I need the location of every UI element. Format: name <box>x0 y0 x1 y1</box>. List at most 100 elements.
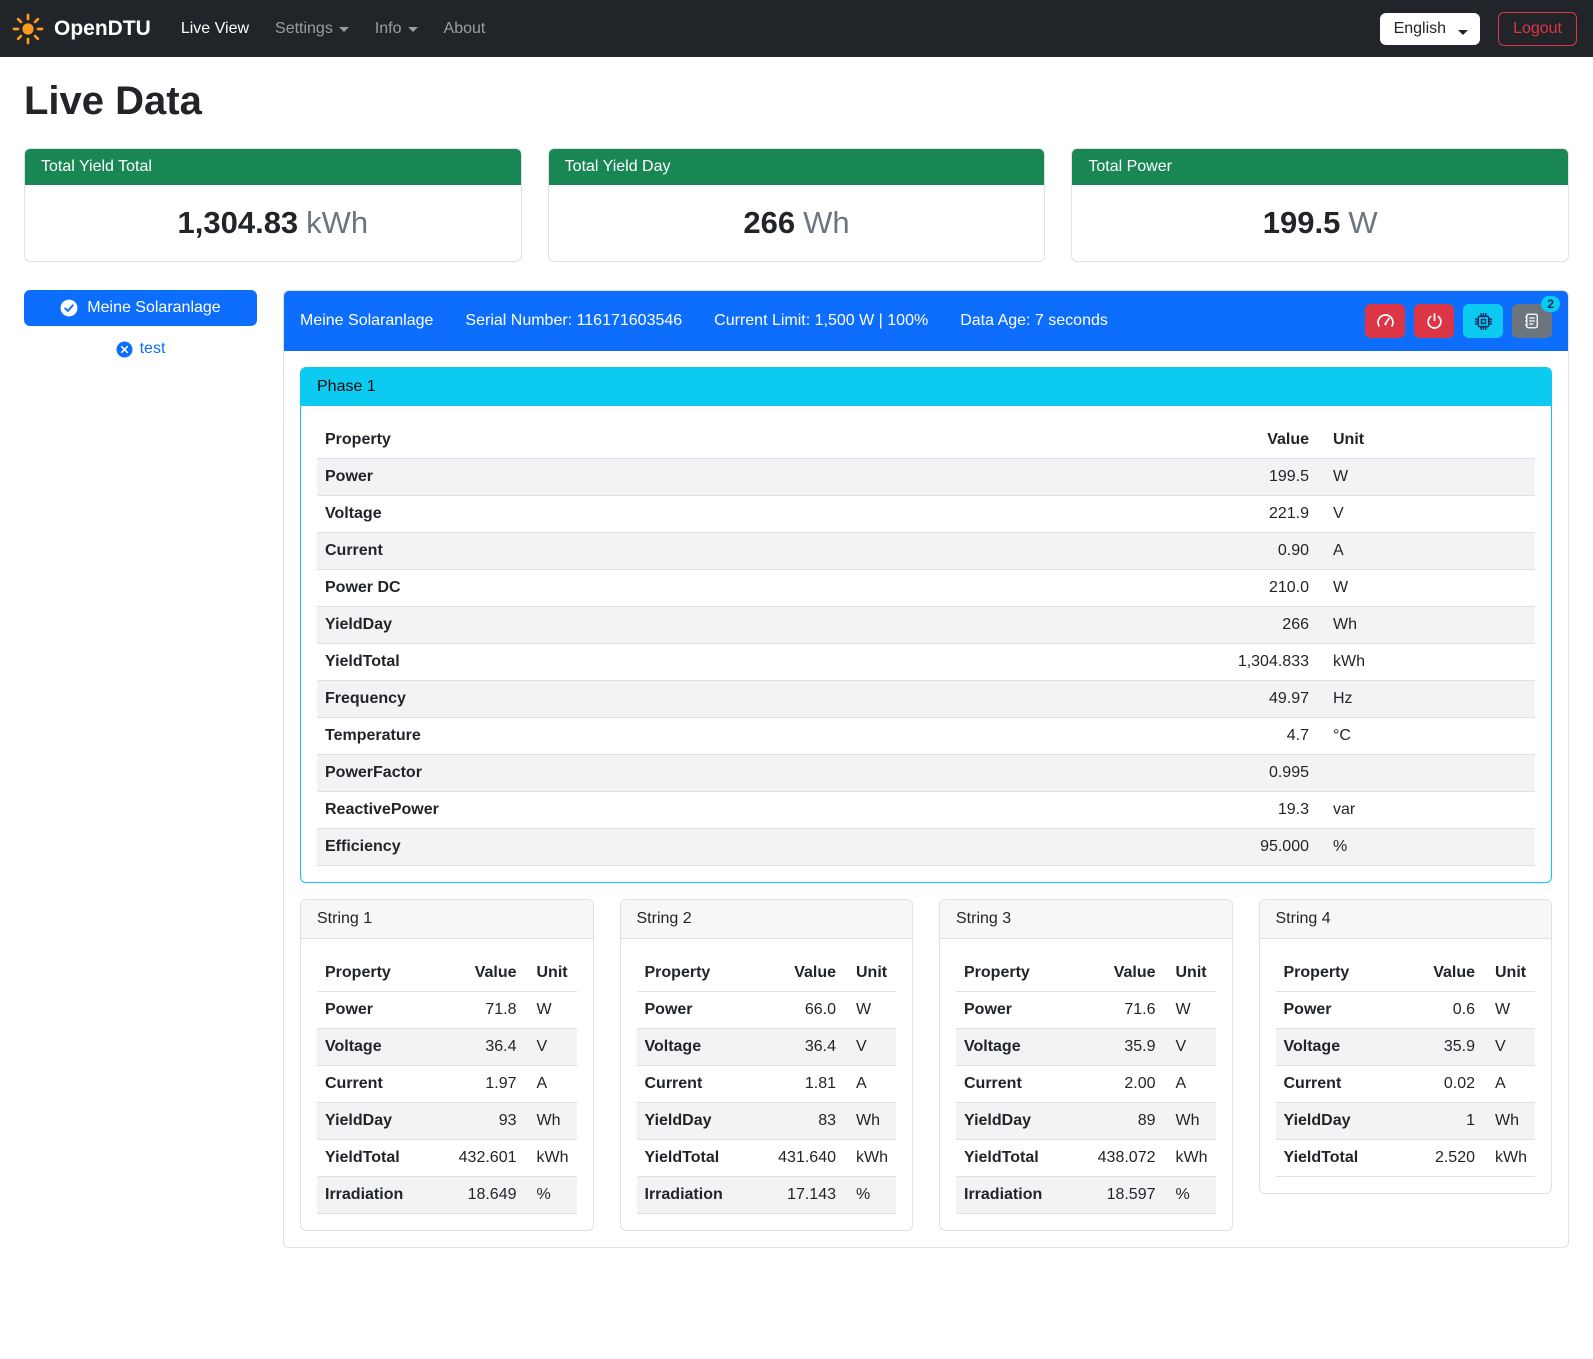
phase-card-header: Phase 1 <box>301 368 1551 406</box>
value-cell: 438.072 <box>1090 1140 1164 1177</box>
value-cell: 18.649 <box>451 1177 525 1214</box>
nav-item-settings[interactable]: Settings <box>265 12 359 46</box>
property-cell: Efficiency <box>317 829 1187 866</box>
unit-cell: W <box>1317 459 1535 496</box>
table-row: Power 0.6 W <box>1276 992 1536 1029</box>
table-row: Irradiation 18.597 % <box>956 1177 1216 1214</box>
phase-card-body: Property Value Unit Power <box>301 406 1551 866</box>
nav-item-label: Live View <box>181 20 249 38</box>
unit-cell: Wh <box>525 1103 577 1140</box>
property-cell: Power <box>956 992 1090 1029</box>
value-cell: 199.5 <box>1187 459 1317 496</box>
property-cell: Irradiation <box>317 1177 451 1214</box>
property-cell: Voltage <box>637 1029 771 1066</box>
unit-cell: Wh <box>1317 607 1535 644</box>
value-cell: 35.9 <box>1090 1029 1164 1066</box>
x-circle-icon <box>116 341 133 358</box>
card-value: 266 <box>743 205 795 240</box>
nav-item-live-view[interactable]: Live View <box>171 12 259 46</box>
inverter-selector-active[interactable]: Meine Solaranlage <box>24 290 257 326</box>
property-cell: Voltage <box>1276 1029 1412 1066</box>
unit-cell: Wh <box>844 1103 896 1140</box>
string-4-card: String 4 Property Value Unit <box>1259 899 1553 1194</box>
page-content: Live Data Total Yield Total 1,304.83kWh … <box>0 57 1593 1272</box>
table-row: Power DC 210.0 W <box>317 570 1535 607</box>
summary-cards-row: Total Yield Total 1,304.83kWh Total Yiel… <box>24 148 1569 262</box>
inverter-panel: Meine Solaranlage Serial Number: 1161716… <box>283 290 1569 1248</box>
nav-item-info[interactable]: Info <box>365 12 428 46</box>
table-row: YieldDay 89 Wh <box>956 1103 1216 1140</box>
string-card-body: Property Value Unit Power <box>940 939 1232 1214</box>
string-card-header: String 2 <box>621 900 913 939</box>
property-cell: PowerFactor <box>317 755 1187 792</box>
string-1-table: Property Value Unit Power <box>317 955 577 1214</box>
value-cell: 1.81 <box>770 1066 844 1103</box>
unit-cell: A <box>525 1066 577 1103</box>
unit-cell: A <box>1164 1066 1216 1103</box>
column-header-unit: Unit <box>1317 422 1535 459</box>
table-row: YieldTotal 431.640 kWh <box>637 1140 897 1177</box>
table-row: Current 1.97 A <box>317 1066 577 1103</box>
unit-cell: °C <box>1317 718 1535 755</box>
property-cell: Current <box>317 1066 451 1103</box>
column-header-property: Property <box>956 955 1090 992</box>
column-header-value: Value <box>451 955 525 992</box>
value-cell: 2.520 <box>1411 1140 1483 1177</box>
nav-item-about[interactable]: About <box>434 12 496 46</box>
property-cell: Frequency <box>317 681 1187 718</box>
limit-settings-button[interactable] <box>1365 304 1405 338</box>
property-cell: Current <box>317 533 1187 570</box>
property-cell: Temperature <box>317 718 1187 755</box>
table-row: YieldTotal 432.601 kWh <box>317 1140 577 1177</box>
card-total-yield-day: Total Yield Day 266Wh <box>548 148 1046 262</box>
property-cell: Current <box>1276 1066 1412 1103</box>
value-cell: 71.6 <box>1090 992 1164 1029</box>
property-cell: YieldTotal <box>637 1140 771 1177</box>
property-cell: Voltage <box>317 496 1187 533</box>
table-header-row: Property Value Unit <box>317 955 577 992</box>
string-card-body: Property Value Unit Power <box>621 939 913 1214</box>
string-3-card: String 3 Property Value Unit <box>939 899 1233 1231</box>
unit-cell: V <box>1317 496 1535 533</box>
unit-cell: Hz <box>1317 681 1535 718</box>
unit-cell: Wh <box>1164 1103 1216 1140</box>
property-cell: YieldTotal <box>1276 1140 1412 1177</box>
property-cell: Voltage <box>956 1029 1090 1066</box>
value-cell: 49.97 <box>1187 681 1317 718</box>
event-log-button[interactable]: 2 <box>1512 304 1552 338</box>
value-cell: 1.97 <box>451 1066 525 1103</box>
string-card-header: String 3 <box>940 900 1232 939</box>
sun-icon <box>12 13 44 45</box>
value-cell: 19.3 <box>1187 792 1317 829</box>
inverter-data-age: Data Age: 7 seconds <box>960 312 1108 330</box>
table-row: Current 1.81 A <box>637 1066 897 1103</box>
table-row: YieldTotal 1,304.833 kWh <box>317 644 1535 681</box>
table-row: Voltage 36.4 V <box>637 1029 897 1066</box>
power-settings-button[interactable] <box>1414 304 1454 338</box>
unit-cell: kWh <box>844 1140 896 1177</box>
unit-cell: % <box>844 1177 896 1214</box>
property-cell: Power <box>637 992 771 1029</box>
card-value: 1,304.83 <box>178 205 299 240</box>
card-body: 199.5W <box>1072 185 1568 261</box>
event-count-badge: 2 <box>1541 296 1560 312</box>
card-unit: W <box>1348 205 1377 240</box>
app-brand[interactable]: OpenDTU <box>12 13 151 45</box>
unit-cell: W <box>525 992 577 1029</box>
device-info-button[interactable] <box>1463 304 1503 338</box>
logout-button[interactable]: Logout <box>1498 12 1577 46</box>
property-cell: Voltage <box>317 1029 451 1066</box>
column-header-unit: Unit <box>844 955 896 992</box>
column-header-value: Value <box>1187 422 1317 459</box>
strings-row: String 1 Property Value Unit <box>300 899 1552 1231</box>
gauge-icon <box>1375 311 1396 332</box>
property-cell: Power <box>317 459 1187 496</box>
chevron-down-icon <box>408 27 418 32</box>
language-select[interactable]: English <box>1380 13 1480 45</box>
string-card-body: Property Value Unit Power <box>301 939 593 1214</box>
inverter-sidebar: Meine Solaranlage test <box>24 290 257 358</box>
unit-cell: A <box>1483 1066 1535 1103</box>
value-cell: 210.0 <box>1187 570 1317 607</box>
inverter-selector-inactive[interactable]: test <box>24 340 257 358</box>
card-header: Total Power <box>1072 149 1568 185</box>
